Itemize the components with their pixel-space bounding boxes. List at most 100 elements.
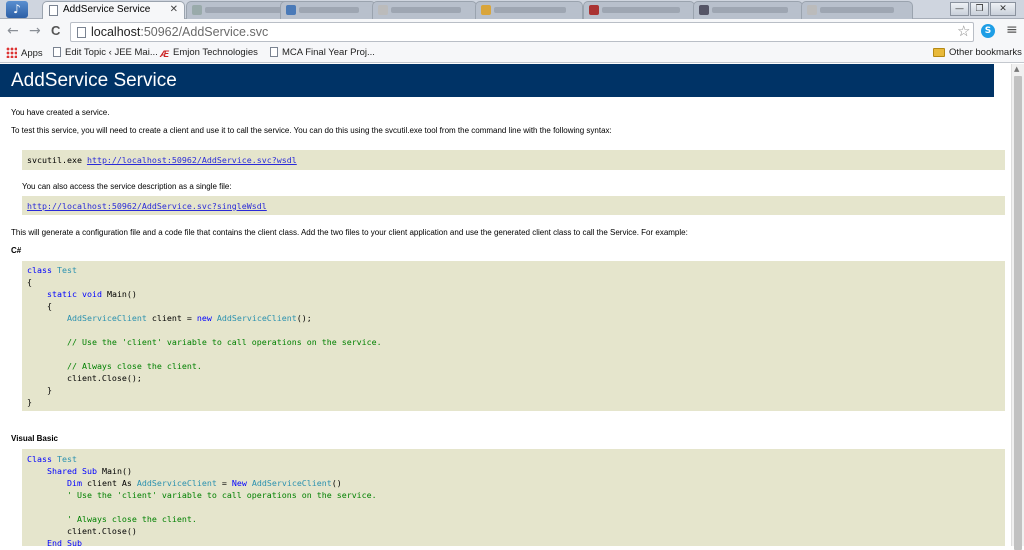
- page-title: AddService Service: [0, 64, 994, 97]
- code-token: static: [46, 289, 77, 299]
- code-line: {: [27, 300, 1000, 312]
- wsdl-link[interactable]: http://localhost:50962/AddService.svc?ws…: [87, 155, 297, 165]
- code-line: AddServiceClient client = new AddService…: [27, 312, 1000, 324]
- bookmark-edit-topic[interactable]: Edit Topic ‹ JEE Mai...: [53, 47, 158, 58]
- tab-inactive[interactable]: [280, 1, 376, 19]
- single-wsdl-frame: http://localhost:50962/AddService.svc?si…: [22, 196, 1005, 215]
- bookmark-label: Emjon Technologies: [173, 47, 258, 58]
- other-bookmarks[interactable]: Other bookmarks: [933, 47, 1022, 58]
- code-token: void: [81, 289, 102, 299]
- code-token: ();: [296, 313, 312, 323]
- single-wsdl-link[interactable]: http://localhost:50962/AddService.svc?si…: [27, 201, 267, 211]
- tab-title-blurred: [391, 7, 461, 13]
- code-token: Main(): [101, 289, 137, 299]
- bookmark-star-icon[interactable]: ☆: [957, 22, 970, 40]
- code-token: (): [331, 478, 342, 488]
- skype-extension-icon[interactable]: S: [981, 24, 995, 38]
- back-arrow-icon[interactable]: ←: [7, 22, 19, 40]
- url-path: :50962/AddService.svc: [140, 25, 269, 39]
- emjon-icon: Æ: [160, 49, 169, 59]
- vertical-scrollbar[interactable]: ▲: [1011, 64, 1024, 550]
- code-token: // Use the 'client' variable to call ope…: [66, 337, 382, 347]
- code-token: =: [216, 478, 232, 488]
- minimize-icon[interactable]: —: [950, 2, 969, 16]
- tab-favicon: [192, 5, 202, 15]
- tab-strip: ♪ AddService Service ✕ — ❐ ✕: [0, 0, 1024, 19]
- code-token: AddServiceClient: [216, 313, 297, 323]
- bookmark-label: Apps: [21, 48, 43, 59]
- code-token: }: [27, 397, 32, 407]
- forward-arrow-icon[interactable]: →: [29, 22, 41, 40]
- code-token: client.Close(): [27, 526, 137, 536]
- scroll-up-icon[interactable]: ▲: [1014, 65, 1019, 73]
- code-token: Test: [56, 265, 77, 275]
- address-bar[interactable]: localhost:50962/AddService.svc: [70, 22, 974, 42]
- vb-code-frame: Class Test Shared Sub Main() Dim client …: [22, 449, 1005, 546]
- code-token: End: [46, 538, 62, 546]
- code-line: ' Always close the client.: [27, 513, 1000, 525]
- browser-menu-icon[interactable]: ♪: [6, 1, 28, 18]
- code-token: }: [27, 385, 52, 395]
- code-line: // Always close the client.: [27, 360, 1000, 372]
- code-token: Shared: [46, 466, 77, 476]
- close-tab-icon[interactable]: ✕: [170, 2, 178, 18]
- code-token: client =: [146, 313, 197, 323]
- code-line: Dim client As AddServiceClient = New Add…: [27, 477, 1000, 489]
- url-text[interactable]: localhost:50962/AddService.svc: [91, 25, 268, 39]
- tab-addservice[interactable]: AddService Service ✕: [42, 1, 185, 19]
- code-token: AddServiceClient: [251, 478, 332, 488]
- code-line: client.Close(): [27, 525, 1000, 537]
- tab-inactive[interactable]: [693, 1, 803, 19]
- code-token: Class: [27, 454, 52, 464]
- code-token: ' Always close the client.: [66, 514, 197, 524]
- tab-title-blurred: [602, 7, 680, 13]
- tab-title-blurred: [712, 7, 788, 13]
- code-line: }: [27, 396, 1000, 408]
- code-line: class Test: [27, 264, 1000, 276]
- page-icon: [53, 47, 61, 57]
- svcutil-code-frame: svcutil.exe http://localhost:50962/AddSe…: [22, 150, 1005, 170]
- tab-favicon: [807, 5, 817, 15]
- chrome-menu-icon[interactable]: ≡: [1006, 22, 1018, 38]
- code-token: Main(): [96, 466, 132, 476]
- tab-inactive[interactable]: [372, 1, 477, 19]
- reload-icon[interactable]: C: [51, 22, 60, 40]
- code-token: Dim: [66, 478, 82, 488]
- code-token: AddServiceClient: [66, 313, 147, 323]
- tab-inactive[interactable]: [475, 1, 583, 19]
- vb-heading: Visual Basic: [11, 434, 58, 443]
- created-text: You have created a service.: [11, 108, 110, 117]
- tab-inactive[interactable]: [801, 1, 913, 19]
- code-line: static void Main(): [27, 288, 1000, 300]
- vb-code-block: Class Test Shared Sub Main() Dim client …: [22, 449, 1005, 546]
- bookmark-apps[interactable]: Apps: [6, 47, 43, 59]
- tab-title-blurred: [820, 7, 894, 13]
- scrollbar-thumb[interactable]: [1014, 76, 1022, 550]
- code-line: ' Use the 'client' variable to call oper…: [27, 489, 1000, 501]
- bookmark-label: MCA Final Year Proj...: [282, 47, 375, 58]
- apps-icon: [6, 47, 17, 58]
- tab-title-blurred: [494, 7, 566, 13]
- tab-inactive[interactable]: [583, 1, 695, 19]
- tab-favicon: [378, 5, 388, 15]
- bookmark-emjon[interactable]: Æ Emjon Technologies: [160, 47, 258, 59]
- code-token: Sub: [66, 538, 82, 546]
- svcutil-command: svcutil.exe: [27, 155, 87, 165]
- other-bookmarks-label: Other bookmarks: [949, 47, 1022, 58]
- restore-icon[interactable]: ❐: [970, 2, 989, 16]
- tab-favicon: [699, 5, 709, 15]
- code-token: client As: [81, 478, 137, 488]
- window-close-icon[interactable]: ✕: [990, 2, 1016, 16]
- bookmark-mca[interactable]: MCA Final Year Proj...: [270, 47, 375, 58]
- code-token: // Always close the client.: [66, 361, 202, 371]
